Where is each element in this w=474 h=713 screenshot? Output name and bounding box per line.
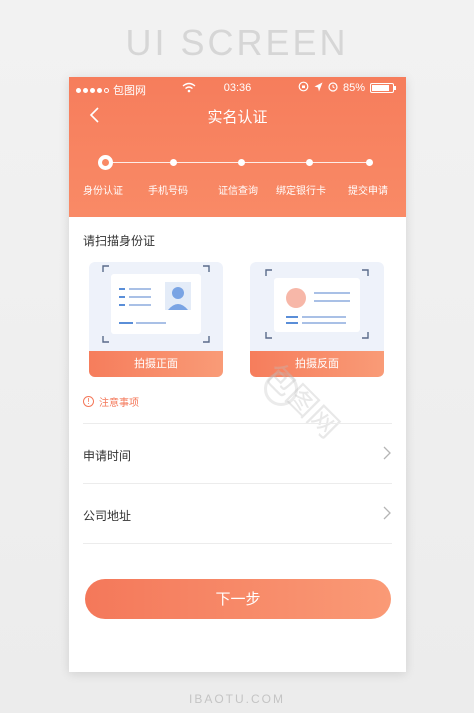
step-dot xyxy=(305,159,313,166)
capture-front-button[interactable]: 拍摄正面 xyxy=(89,351,223,377)
info-icon: ! xyxy=(83,396,94,407)
scan-section-title: 请扫描身份证 xyxy=(83,234,156,248)
step-label: 绑定银行卡 xyxy=(276,186,326,197)
step-dot xyxy=(169,159,177,166)
step-connector xyxy=(105,162,173,163)
step-connector xyxy=(173,162,241,163)
banner-title: UI SCREEN xyxy=(125,22,349,63)
chevron-right-icon xyxy=(383,506,391,520)
page-title: 实名认证 xyxy=(207,108,268,126)
notice-label: 注意事项 xyxy=(99,398,139,409)
footer-site: IBAOTU.COM xyxy=(188,692,285,706)
location-icon xyxy=(314,82,323,95)
divider xyxy=(83,483,392,484)
step-label: 手机号码 xyxy=(148,186,188,197)
step-connector xyxy=(309,162,369,163)
step-dot-active xyxy=(97,155,113,170)
step-dot xyxy=(237,159,245,166)
alarm-icon xyxy=(328,81,338,95)
step-label: 证信查询 xyxy=(218,186,258,197)
row-label: 申请时间 xyxy=(83,449,132,463)
id-front-illustration xyxy=(102,265,210,343)
nav-bar: 实名认证 xyxy=(69,103,406,129)
rotation-lock-icon xyxy=(298,81,309,95)
step-connector xyxy=(241,162,309,163)
divider xyxy=(83,423,392,424)
phone-screen: 包图网 03:36 85% 实名认证 身份认证 手机号码 证信查询 绑定银行卡 … xyxy=(69,77,406,672)
row-label: 公司地址 xyxy=(83,509,132,523)
row-company-address[interactable]: 公司地址 xyxy=(83,485,392,543)
battery-icon xyxy=(370,83,396,93)
next-step-button[interactable]: 下一步 xyxy=(85,579,391,619)
status-right: 85% xyxy=(298,81,396,95)
id-back-card[interactable]: 拍摄反面 xyxy=(250,262,384,377)
id-back-illustration xyxy=(265,269,369,339)
chevron-right-icon xyxy=(383,446,391,460)
step-dot xyxy=(365,159,373,166)
step-label: 身份认证 xyxy=(83,186,123,197)
divider xyxy=(83,543,392,544)
status-bar: 包图网 03:36 85% xyxy=(69,77,406,101)
id-front-card[interactable]: 拍摄正面 xyxy=(89,262,223,377)
row-apply-time[interactable]: 申请时间 xyxy=(83,425,392,483)
notice-link[interactable]: ! 注意事项 xyxy=(83,394,139,409)
header: 包图网 03:36 85% 实名认证 身份认证 手机号码 证信查询 绑定银行卡 … xyxy=(69,77,406,217)
battery-percent: 85% xyxy=(342,82,365,94)
step-label: 提交申请 xyxy=(348,186,388,197)
progress-steps: 身份认证 手机号码 证信查询 绑定银行卡 提交申请 xyxy=(69,152,406,202)
